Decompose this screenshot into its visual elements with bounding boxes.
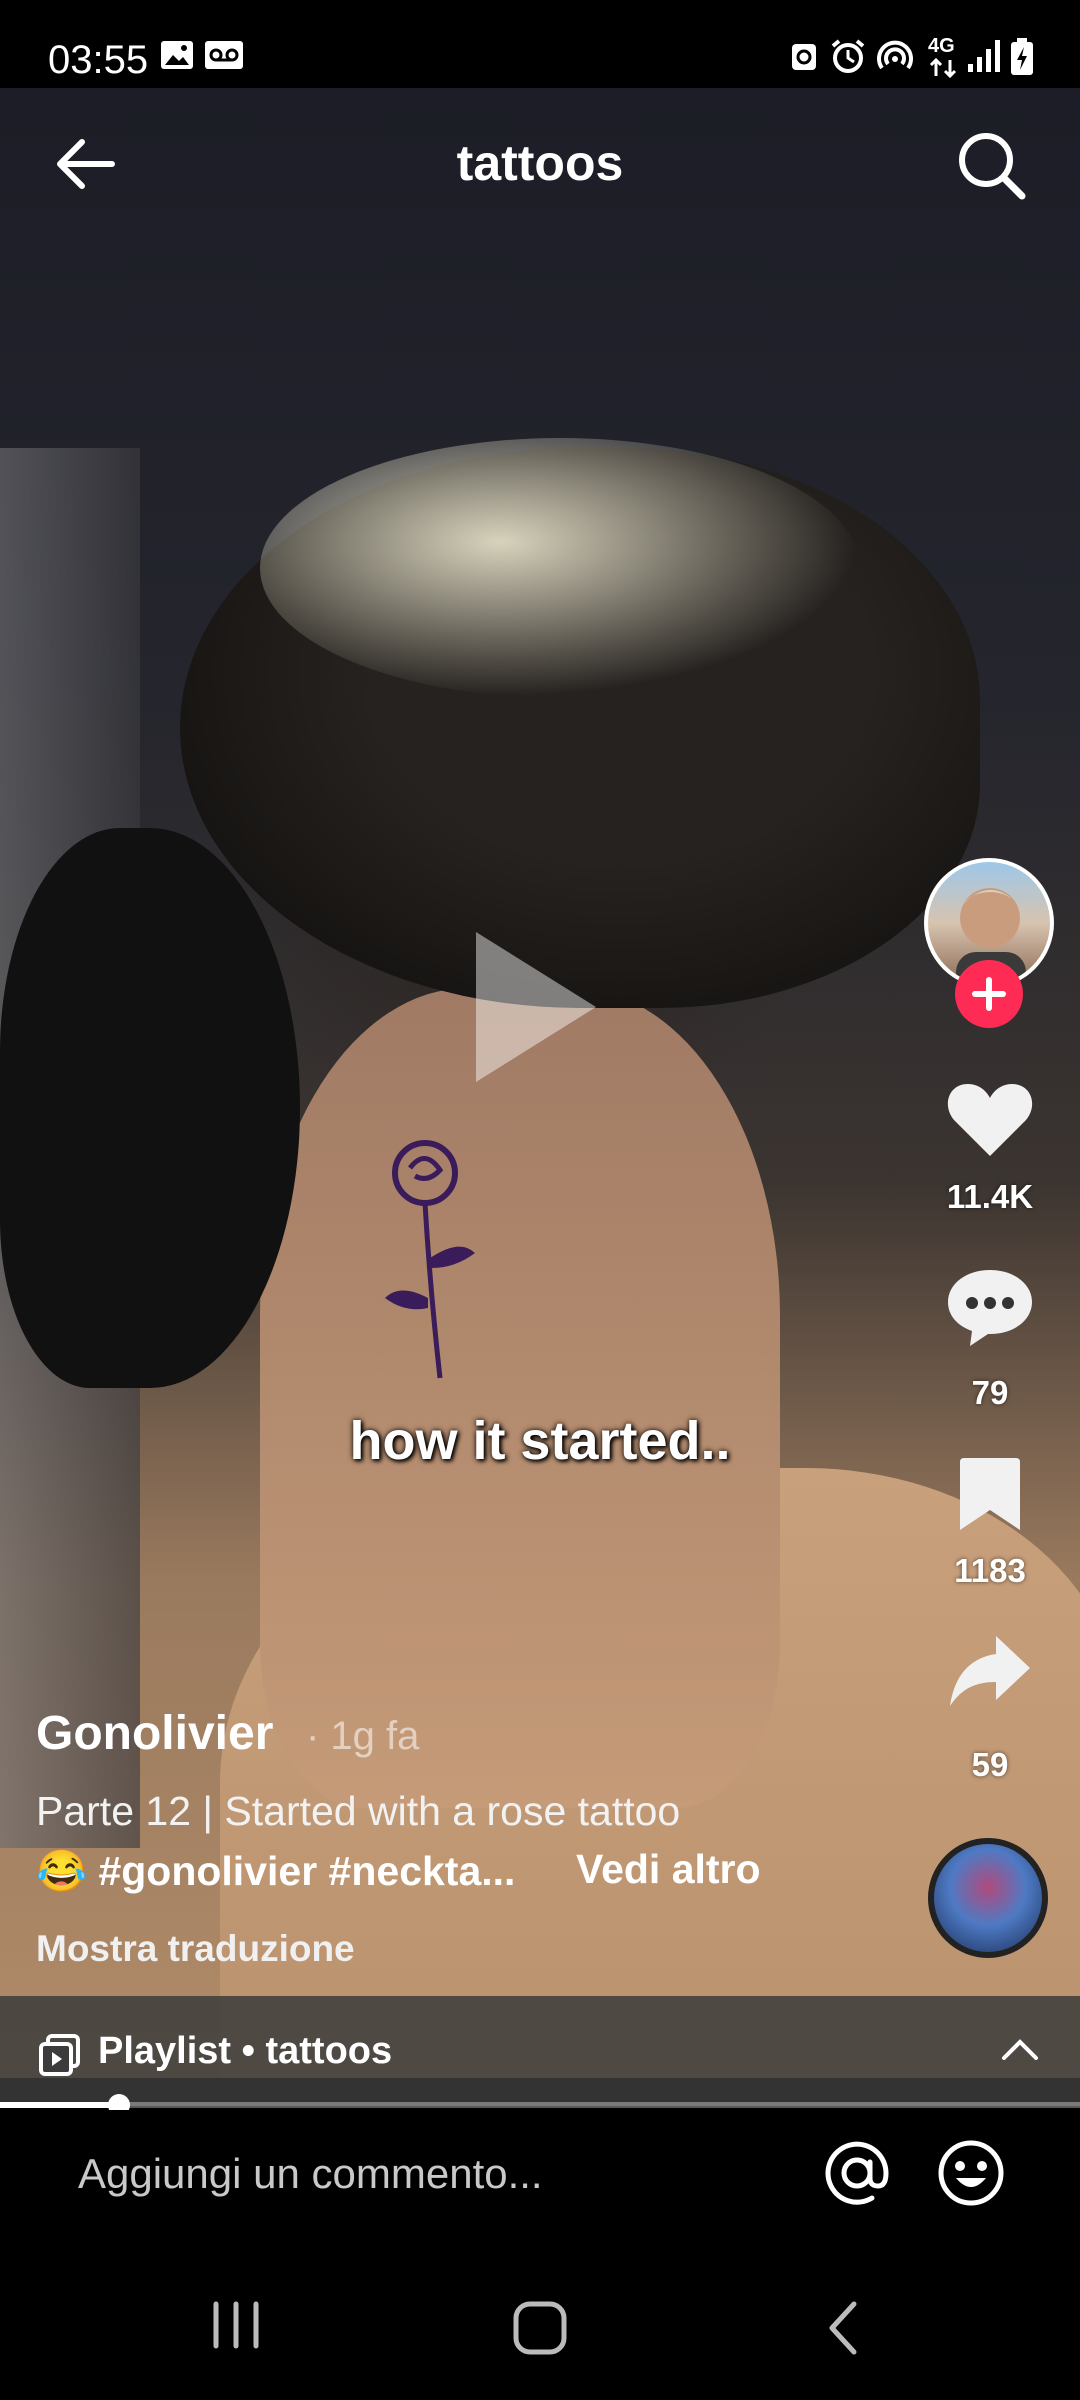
- android-icon: [792, 44, 816, 70]
- voicemail-icon: [205, 41, 243, 69]
- like-count: 11.4K: [946, 1178, 1034, 1215]
- rose-tattoo-image: [385, 1140, 475, 1379]
- play-icon[interactable]: [476, 932, 596, 1082]
- hotspot-icon: [877, 40, 913, 70]
- plus-icon: [972, 977, 1006, 1011]
- save-count: 1183: [954, 1552, 1026, 1589]
- gallery-icon: [161, 41, 193, 69]
- chevron-up-icon[interactable]: [1000, 2036, 1040, 2062]
- data-arrows-icon: [929, 58, 957, 78]
- show-translation-link[interactable]: Mostra traduzione: [36, 1928, 355, 1970]
- status-time: 03:55: [48, 38, 149, 82]
- share-button[interactable]: [948, 1632, 1032, 1710]
- battery-charging-icon: [1011, 38, 1033, 75]
- black-glove: [0, 828, 300, 1388]
- alarm-icon: [831, 39, 865, 73]
- signal-icon: [968, 40, 1000, 72]
- playlist-label[interactable]: Playlist • tattoos: [98, 2030, 392, 2073]
- playlist-icon: [39, 2034, 80, 2076]
- home-icon[interactable]: [512, 2300, 568, 2356]
- comment-input[interactable]: Aggiungi un commento...: [78, 2150, 543, 2198]
- comment-button[interactable]: [944, 1266, 1036, 1348]
- author-name[interactable]: Gonolivier: [36, 1706, 273, 1761]
- system-back-icon[interactable]: [822, 2298, 862, 2358]
- like-button[interactable]: [946, 1080, 1034, 1160]
- bleached-hair-tips: [260, 438, 860, 698]
- share-count: 59: [971, 1746, 1009, 1783]
- save-button[interactable]: [956, 1456, 1024, 1534]
- page-title: tattoos: [456, 135, 624, 191]
- mention-button[interactable]: [822, 2138, 892, 2208]
- video-player[interactable]: [0, 88, 1080, 2078]
- description-line-1: Parte 12 | Started with a rose tattoo: [36, 1788, 681, 1834]
- comment-count: 79: [971, 1374, 1009, 1411]
- progress-track[interactable]: [0, 2102, 1080, 2108]
- network-type-label: 4G: [928, 35, 955, 57]
- search-button[interactable]: [956, 130, 1028, 202]
- recent-apps-icon[interactable]: [208, 2300, 264, 2350]
- neck-skin: [260, 988, 780, 1808]
- back-button[interactable]: [52, 132, 116, 196]
- see-more-link[interactable]: Vedi altro: [576, 1846, 761, 1893]
- music-disc[interactable]: [928, 1838, 1048, 1958]
- description-hashtags[interactable]: 😂 #gonolivier #neckta...: [36, 1848, 515, 1896]
- post-time: · 1g fa: [306, 1714, 420, 1758]
- emoji-button[interactable]: [936, 2138, 1006, 2208]
- follow-button[interactable]: [955, 960, 1023, 1028]
- progress-fill: [0, 2102, 119, 2108]
- system-navigation-bar: [0, 2240, 1080, 2400]
- video-caption: how it started..: [349, 1411, 731, 1471]
